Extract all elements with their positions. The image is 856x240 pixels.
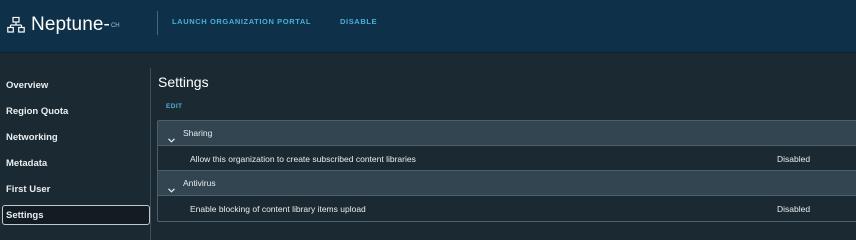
sidebar-item-settings[interactable]: Settings: [6, 210, 43, 221]
header-divider: [157, 11, 158, 35]
group-row-antivirus[interactable]: Antivirus: [158, 171, 856, 196]
launch-organization-portal-button[interactable]: LAUNCH ORGANIZATION PORTAL: [172, 17, 311, 26]
sidebar-item-metadata[interactable]: Metadata: [6, 158, 47, 169]
table-row: Allow this organization to create subscr…: [158, 146, 856, 171]
group-label: Sharing: [183, 128, 213, 138]
setting-label: Allow this organization to create subscr…: [190, 154, 416, 164]
brand[interactable]: Neptune- CH: [7, 13, 120, 37]
sidebar-item-first-user[interactable]: First User: [6, 184, 50, 195]
group-row-sharing[interactable]: Sharing: [158, 121, 856, 146]
page-title: Settings: [158, 74, 209, 90]
edit-button[interactable]: EDIT: [166, 103, 182, 110]
table-row: Enable blocking of content library items…: [158, 196, 856, 220]
setting-label: Enable blocking of content library items…: [190, 204, 366, 214]
sidebar-item-overview[interactable]: Overview: [6, 80, 48, 91]
setting-value: Disabled: [777, 154, 811, 164]
sidebar-divider: [150, 68, 151, 240]
settings-grid: Sharing Allow this organization to creat…: [157, 120, 856, 222]
sidebar-item-networking[interactable]: Networking: [6, 132, 58, 143]
disable-button[interactable]: DISABLE: [340, 17, 377, 26]
app-header: Neptune- CH LAUNCH ORGANIZATION PORTAL D…: [0, 0, 856, 53]
group-label: Antivirus: [183, 178, 216, 188]
brand-suffix: CH: [110, 23, 120, 29]
setting-value: Disabled: [777, 204, 811, 214]
organization-icon: [7, 16, 25, 34]
sidebar-item-region-quota[interactable]: Region Quota: [6, 106, 68, 117]
brand-name: Neptune-: [31, 14, 110, 35]
